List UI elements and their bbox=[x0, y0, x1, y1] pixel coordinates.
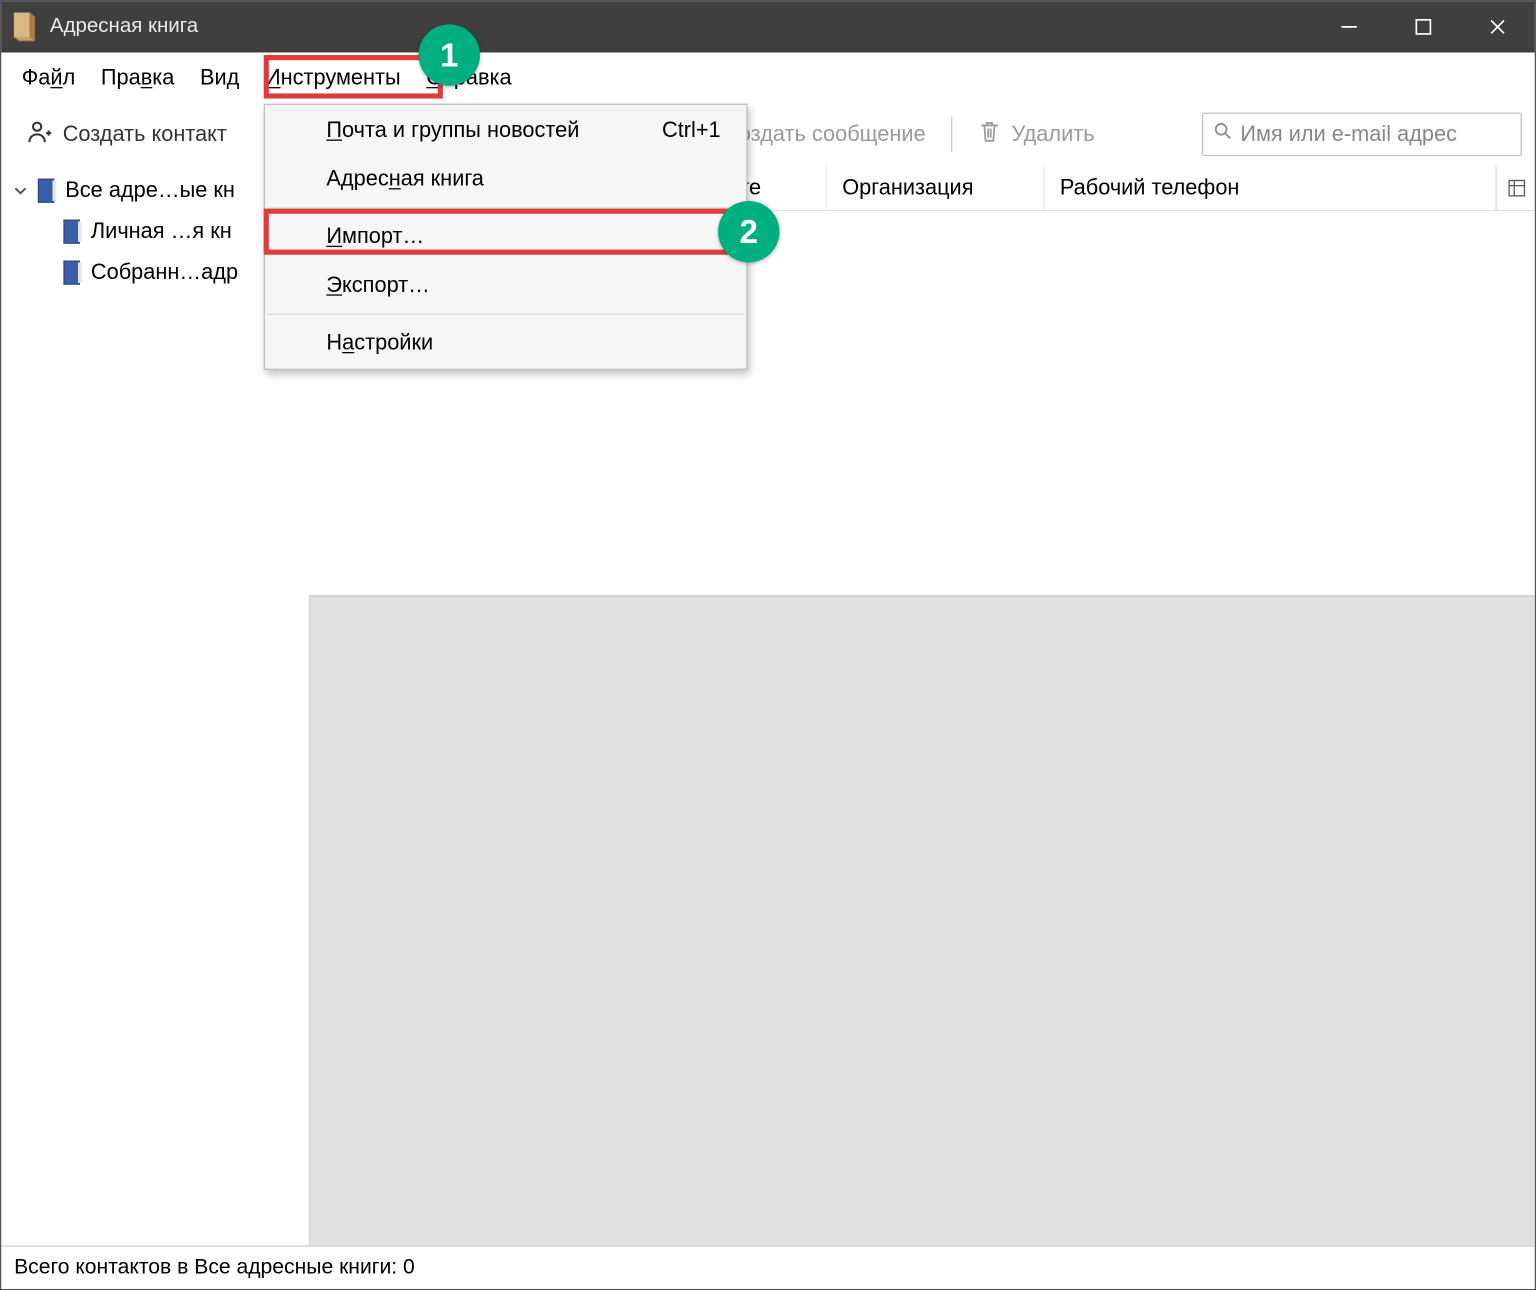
toolbar-separator bbox=[951, 116, 952, 152]
window-title: Адресная книга bbox=[50, 15, 1312, 38]
book-icon bbox=[37, 178, 57, 204]
search-placeholder: Имя или e-mail адрес bbox=[1240, 122, 1457, 148]
window: Адресная книга Файл Правка Вид Инструмен… bbox=[0, 0, 1536, 1290]
detail-pane bbox=[308, 595, 1534, 1245]
statusbar: Всего контактов в Все адресные книги: 0 bbox=[1, 1245, 1534, 1289]
col-organization[interactable]: Организация bbox=[827, 165, 1045, 210]
menu-tools[interactable]: Инструменты bbox=[252, 58, 413, 99]
tree-root[interactable]: Все адре…ые кн bbox=[1, 170, 308, 211]
dd-address-book[interactable]: Адресная книга bbox=[265, 155, 746, 204]
tree-child2-label: Собранн…адр bbox=[91, 260, 238, 286]
tree-child-collected[interactable]: Собранн…адр bbox=[1, 252, 308, 293]
tree-child-personal[interactable]: Личная …я кн bbox=[1, 211, 308, 252]
col-work-phone[interactable]: Рабочий телефон bbox=[1044, 165, 1496, 210]
search-icon bbox=[1213, 122, 1232, 148]
status-text: Всего контактов в Все адресные книги: 0 bbox=[14, 1256, 415, 1280]
minimize-button[interactable] bbox=[1312, 1, 1386, 52]
sidebar: Все адре…ые кн Личная …я кн Собранн…адр bbox=[1, 165, 308, 1245]
create-contact-label: Создать контакт bbox=[63, 122, 227, 148]
search-input[interactable]: Имя или e-mail адрес bbox=[1202, 113, 1522, 157]
menu-file[interactable]: Файл bbox=[9, 58, 88, 99]
menubar: Файл Правка Вид Инструменты Справка bbox=[1, 52, 1534, 103]
dd-export[interactable]: Экспорт… bbox=[265, 261, 746, 310]
book-app-icon bbox=[12, 12, 38, 43]
dd-separator bbox=[268, 207, 744, 208]
toolbar: Создать контакт › Создать сообщение Удал… bbox=[1, 104, 1534, 165]
tree-child1-label: Личная …я кн bbox=[91, 219, 232, 245]
tools-dropdown: Почта и группы новостей Ctrl+1 Адресная … bbox=[264, 104, 748, 370]
trash-icon bbox=[978, 120, 1001, 149]
book-icon bbox=[63, 219, 83, 245]
dd-shortcut: Ctrl+1 bbox=[662, 118, 721, 144]
create-contact-button[interactable]: Создать контакт bbox=[14, 111, 240, 158]
tree-root-label: Все адре…ые кн bbox=[65, 178, 235, 204]
book-icon bbox=[63, 260, 83, 286]
create-message-label: Создать сообщение bbox=[723, 122, 926, 148]
dd-settings[interactable]: Настройки bbox=[265, 319, 746, 368]
annotation-step-2: 2 bbox=[718, 201, 779, 262]
delete-label: Удалить bbox=[1011, 122, 1094, 148]
close-button[interactable] bbox=[1460, 1, 1534, 52]
dd-mail-news[interactable]: Почта и группы новостей Ctrl+1 bbox=[265, 106, 746, 155]
column-config-button[interactable] bbox=[1496, 165, 1534, 210]
body-area: Все адре…ые кн Личная …я кн Собранн…адр … bbox=[1, 165, 1534, 1245]
titlebar: Адресная книга bbox=[1, 1, 1534, 52]
person-plus-icon bbox=[27, 118, 53, 150]
dd-separator bbox=[268, 314, 744, 315]
maximize-button[interactable] bbox=[1386, 1, 1460, 52]
menu-edit[interactable]: Правка bbox=[88, 58, 187, 99]
chevron-down-icon[interactable] bbox=[14, 178, 29, 204]
annotation-step-1: 1 bbox=[419, 24, 480, 85]
dd-import[interactable]: Импорт… bbox=[265, 212, 746, 261]
menu-view[interactable]: Вид bbox=[187, 58, 252, 99]
window-controls bbox=[1312, 1, 1535, 52]
delete-button[interactable]: Удалить bbox=[965, 112, 1107, 157]
